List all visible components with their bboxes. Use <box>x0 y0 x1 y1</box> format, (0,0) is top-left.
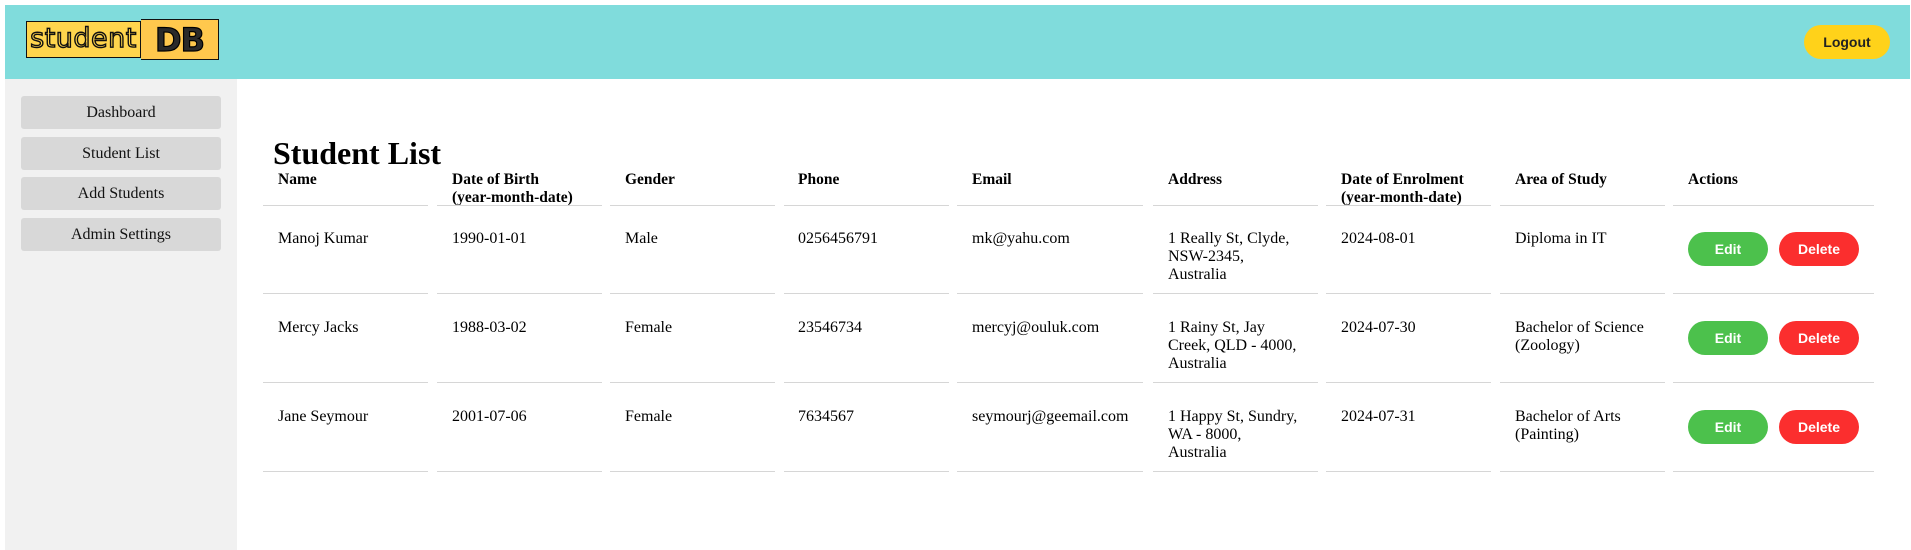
row-divider <box>437 382 602 383</box>
logo-text-student: student <box>26 21 141 58</box>
edit-button[interactable]: Edit <box>1688 410 1768 444</box>
cell-phone: 7634567 <box>798 408 854 425</box>
row-divider <box>784 293 949 294</box>
row-divider <box>1500 382 1665 383</box>
top-header: student DB Logout <box>5 5 1910 79</box>
row-divider <box>610 293 775 294</box>
column-header-phone: Phone <box>798 171 840 188</box>
cell-area-of-study: Diploma in IT <box>1515 230 1607 247</box>
column-divider <box>263 205 428 206</box>
sidebar-item-add-students[interactable]: Add Students <box>21 177 221 210</box>
column-header-gender: Gender <box>625 171 675 188</box>
column-header-name: Name <box>278 171 317 188</box>
cell-name: Jane Seymour <box>278 408 369 425</box>
column-divider <box>1326 205 1491 206</box>
delete-button[interactable]: Delete <box>1779 232 1859 266</box>
column-divider <box>610 205 775 206</box>
row-divider <box>437 471 602 472</box>
column-header-actions: Actions <box>1688 171 1738 188</box>
cell-email: mercyj@ouluk.com <box>972 319 1100 336</box>
row-divider <box>610 382 775 383</box>
row-divider <box>1326 382 1491 383</box>
page-title: Student List <box>273 135 442 171</box>
cell-date-of-birth: 1990-01-01 <box>452 230 527 247</box>
cell-date-of-birth: 1988-03-02 <box>452 319 527 336</box>
cell-name: Manoj Kumar <box>278 230 369 247</box>
edit-button[interactable]: Edit <box>1688 321 1768 355</box>
row-divider <box>1673 293 1874 294</box>
cell-gender: Female <box>625 408 673 425</box>
edit-button[interactable]: Edit <box>1688 232 1768 266</box>
column-divider <box>1153 205 1318 206</box>
cell-area-of-study: Bachelor of Arts (Painting) <box>1515 408 1621 443</box>
cell-date-of-enrolment: 2024-07-31 <box>1341 408 1416 425</box>
column-header-area-of-study: Area of Study <box>1515 171 1607 188</box>
cell-gender: Male <box>625 230 658 247</box>
sidebar-item-dashboard[interactable]: Dashboard <box>21 96 221 129</box>
row-divider <box>1500 293 1665 294</box>
column-header-date-of-enrolment: Date of Enrolment (year-month-date) <box>1341 171 1464 206</box>
row-divider <box>784 471 949 472</box>
column-divider <box>784 205 949 206</box>
cell-date-of-enrolment: 2024-07-30 <box>1341 319 1416 336</box>
cell-area-of-study: Bachelor of Science (Zoology) <box>1515 319 1644 354</box>
delete-button[interactable]: Delete <box>1779 321 1859 355</box>
cell-address: 1 Really St, Clyde, NSW-2345, Australia <box>1168 230 1290 283</box>
logout-button[interactable]: Logout <box>1804 25 1890 59</box>
cell-date-of-enrolment: 2024-08-01 <box>1341 230 1416 247</box>
cell-email: seymourj@geemail.com <box>972 408 1129 425</box>
student-db-logo[interactable]: student DB <box>26 19 219 61</box>
sidebar-item-student-list[interactable]: Student List <box>21 137 221 170</box>
row-divider <box>1326 471 1491 472</box>
row-divider <box>1153 471 1318 472</box>
row-divider <box>263 293 428 294</box>
cell-date-of-birth: 2001-07-06 <box>452 408 527 425</box>
app-window: student DB Logout Dashboard Student List… <box>5 5 1910 550</box>
cell-address: 1 Rainy St, Jay Creek, QLD - 4000, Austr… <box>1168 319 1297 372</box>
row-divider <box>1153 293 1318 294</box>
cell-email: mk@yahu.com <box>972 230 1070 247</box>
row-divider <box>784 382 949 383</box>
row-divider <box>1500 471 1665 472</box>
column-divider <box>1500 205 1665 206</box>
column-header-date-of-birth: Date of Birth (year-month-date) <box>452 171 573 206</box>
row-divider <box>263 471 428 472</box>
row-divider <box>1673 382 1874 383</box>
column-header-email: Email <box>972 171 1012 188</box>
sidebar: Dashboard Student List Add Students Admi… <box>5 79 237 550</box>
row-divider <box>957 293 1143 294</box>
delete-button[interactable]: Delete <box>1779 410 1859 444</box>
column-header-address: Address <box>1168 171 1222 188</box>
cell-phone: 23546734 <box>798 319 862 336</box>
row-divider <box>957 471 1143 472</box>
row-divider <box>437 293 602 294</box>
row-divider <box>263 382 428 383</box>
cell-name: Mercy Jacks <box>278 319 359 336</box>
row-divider <box>1673 471 1874 472</box>
row-divider <box>610 471 775 472</box>
cell-gender: Female <box>625 319 673 336</box>
row-divider <box>957 382 1143 383</box>
cell-phone: 0256456791 <box>798 230 878 247</box>
cell-address: 1 Happy St, Sundry, WA - 8000, Australia <box>1168 408 1298 461</box>
column-divider <box>1673 205 1874 206</box>
column-divider <box>957 205 1143 206</box>
main-content: Student List Name Date of Birth (year-mo… <box>237 79 1910 550</box>
row-divider <box>1153 382 1318 383</box>
logo-text-db: DB <box>141 19 219 60</box>
row-divider <box>1326 293 1491 294</box>
sidebar-item-admin-settings[interactable]: Admin Settings <box>21 218 221 251</box>
column-divider <box>437 205 602 206</box>
